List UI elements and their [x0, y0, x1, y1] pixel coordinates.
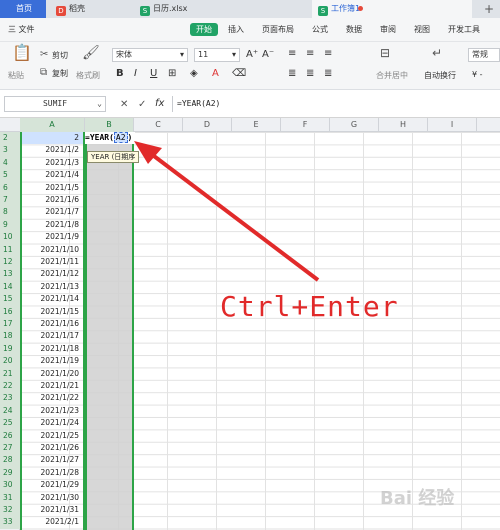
annotation-text: Ctrl+Enter: [220, 290, 399, 323]
annotation-arrow: [134, 141, 320, 282]
arrow-shaft: [144, 148, 320, 282]
watermark: Bai 经验: [380, 488, 455, 509]
